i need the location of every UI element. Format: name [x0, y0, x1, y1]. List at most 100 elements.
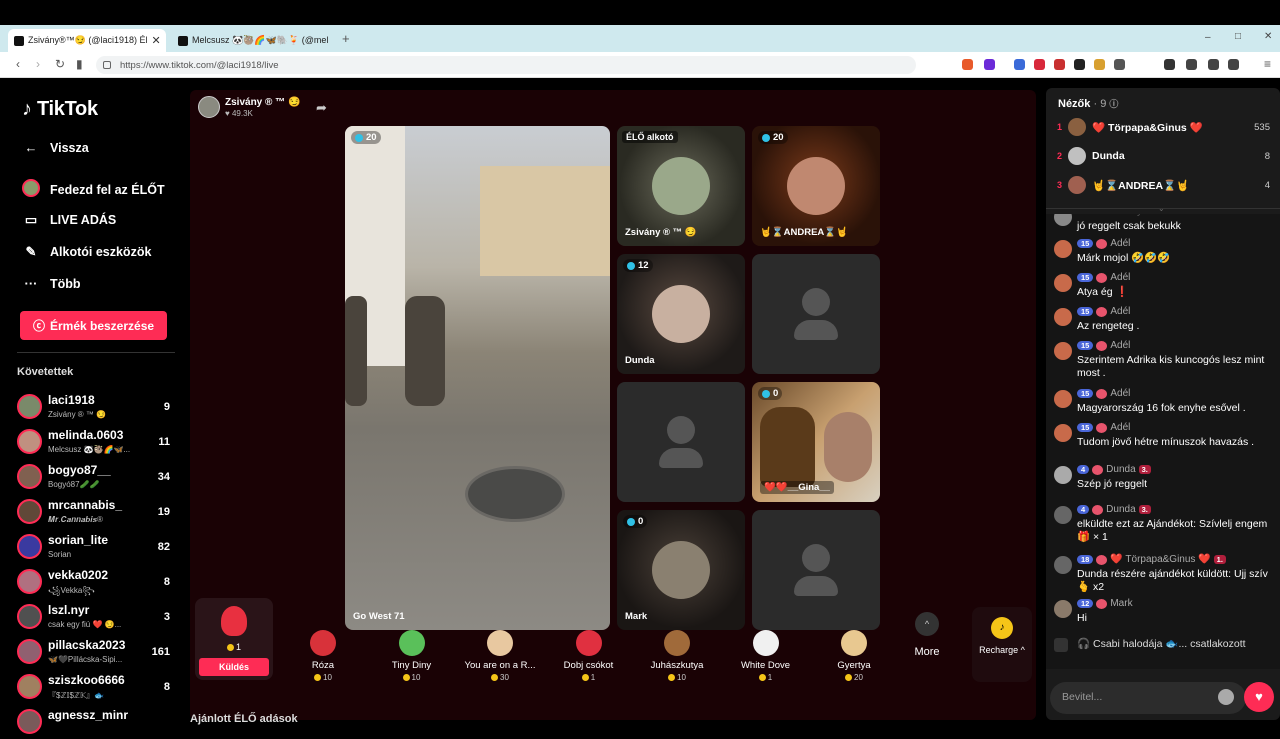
- chat-message[interactable]: 🎧 Csabi halodája 🐟... csatlakozott: [1052, 638, 1272, 669]
- host-avatar[interactable]: [198, 96, 220, 118]
- empty-seat-tile[interactable]: [752, 510, 880, 630]
- nav-creator-tools[interactable]: ✎ Alkotói eszközök: [22, 244, 152, 260]
- site-info-icon[interactable]: [103, 61, 111, 69]
- chat-username[interactable]: Tekovari Kiraly: [1077, 214, 1142, 217]
- selected-gift[interactable]: 1 Küldés: [195, 598, 273, 680]
- chat-username[interactable]: Adél: [1110, 272, 1130, 283]
- guest-tile-mark[interactable]: 0 Mark: [617, 510, 745, 630]
- media-icon[interactable]: [1164, 59, 1175, 70]
- emoji-icon[interactable]: [1218, 689, 1234, 705]
- more-gifts-button[interactable]: ^ More: [907, 612, 947, 700]
- browser-tab[interactable]: Melcsusz 🐼🦥🌈🦋🐘🍹 (@mel: [172, 29, 330, 52]
- close-tab-icon[interactable]: ✕: [152, 34, 161, 47]
- extension-icon[interactable]: [1034, 59, 1045, 70]
- chat-message[interactable]: 12 Mark Hi: [1052, 598, 1272, 638]
- menu-icon[interactable]: ≡: [1264, 57, 1271, 71]
- brave-shield-icon[interactable]: [962, 59, 973, 70]
- empty-seat-tile[interactable]: [752, 254, 880, 374]
- chat-avatar[interactable]: [1054, 274, 1072, 292]
- browser-tab-active[interactable]: Zsivány®™😏 (@laci1918) Él ✕: [8, 29, 166, 52]
- hls-extension-icon[interactable]: [1054, 59, 1065, 70]
- guest-tile-dunda[interactable]: 12 Dunda: [617, 254, 745, 374]
- following-item[interactable]: vekka0202 ꧁Vekka꧂ 8: [17, 565, 177, 599]
- gift-item[interactable]: Juhászkutya 10: [637, 620, 717, 700]
- close-window-button[interactable]: ✕: [1264, 31, 1272, 42]
- gift-item[interactable]: Tiny Diny 10: [372, 620, 452, 700]
- chat-input[interactable]: Bevitel...: [1050, 682, 1246, 714]
- chat-username[interactable]: Dunda: [1106, 464, 1135, 475]
- chat-avatar[interactable]: [1054, 390, 1072, 408]
- viewer-row[interactable]: 3 🤘⌛ANDREA⌛🤘 4: [1046, 174, 1280, 198]
- forward-icon[interactable]: ›: [36, 57, 40, 71]
- following-item[interactable]: sziszkoo6666 『$ℤ𝕀$ℤ𝕂』🐟 8: [17, 670, 177, 704]
- chat-username[interactable]: ❤️ Törpapa&Ginus ❤️: [1110, 554, 1210, 565]
- chat-username[interactable]: Adél: [1110, 388, 1130, 399]
- send-gift-button[interactable]: Küldés: [199, 658, 269, 676]
- viewer-row[interactable]: 2 Dunda 8: [1046, 145, 1280, 169]
- chat-username[interactable]: Adél: [1110, 238, 1130, 249]
- new-tab-button[interactable]: +: [342, 31, 350, 46]
- back-icon[interactable]: ‹: [16, 57, 20, 71]
- following-item[interactable]: lszl.nyr csak egy fiú ❤️ 😏... 3: [17, 600, 177, 634]
- reload-icon[interactable]: ↻: [55, 57, 65, 71]
- chat-avatar[interactable]: [1054, 600, 1072, 618]
- chat-username[interactable]: Adél: [1110, 306, 1130, 317]
- following-item[interactable]: sorian_lite Sorian 82: [17, 530, 177, 564]
- following-item[interactable]: melinda.0603 Melcsusz 🐼🦥🌈🦋... 11: [17, 425, 177, 459]
- like-button[interactable]: ♥: [1244, 682, 1274, 712]
- chat-username[interactable]: Dunda: [1106, 504, 1135, 515]
- info-icon[interactable]: ⓘ: [1109, 99, 1118, 109]
- empty-seat-tile[interactable]: [617, 382, 745, 502]
- chevron-down-icon[interactable]: ⌄: [1158, 204, 1165, 213]
- chat-avatar[interactable]: [1054, 342, 1072, 360]
- translate-extension-icon[interactable]: [1014, 59, 1025, 70]
- following-item[interactable]: laci1918 Zsivány ® ™ 😏 9: [17, 390, 177, 424]
- chat-avatar[interactable]: [1054, 506, 1072, 524]
- chat-message[interactable]: 4 Dunda 3. elküldte ezt az Ajándékot: Szívl…: [1052, 504, 1272, 544]
- puzzle-icon[interactable]: [1114, 59, 1125, 70]
- bookmark-icon[interactable]: ▮: [76, 57, 83, 71]
- chat-avatar[interactable]: [1054, 556, 1072, 574]
- chat-username[interactable]: Adél: [1110, 340, 1130, 351]
- rewards-icon[interactable]: [984, 59, 995, 70]
- url-bar[interactable]: https://www.tiktok.com/@laci1918/live: [96, 56, 916, 74]
- nav-live[interactable]: ▭ LIVE ADÁS: [22, 212, 116, 228]
- chat-avatar[interactable]: [1054, 240, 1072, 258]
- following-item[interactable]: pillacska2023 🦋🖤Pillácska-Sipi... 161: [17, 635, 177, 669]
- chat-avatar[interactable]: [1054, 424, 1072, 442]
- viewer-row[interactable]: 1 ❤️ Törpapa&Ginus ❤️ 535: [1046, 116, 1280, 140]
- following-item[interactable]: mrcannabis_ 𝑴𝒓.𝑪𝒂𝒏𝒏𝒂𝒃𝒊𝒔® 19: [17, 495, 177, 529]
- following-item[interactable]: bogyo87__ Bogyó87🥒🥒 34: [17, 460, 177, 494]
- following-item[interactable]: agnessz_minr: [17, 705, 177, 739]
- chat-avatar[interactable]: [1054, 214, 1072, 226]
- creator-tile[interactable]: ÉLŐ alkotó Zsivány ® ™ 😏: [617, 126, 745, 246]
- extension-icon[interactable]: [1094, 59, 1105, 70]
- tiktok-logo[interactable]: ♪ TikTok: [22, 98, 98, 121]
- maximize-button[interactable]: □: [1235, 31, 1241, 42]
- chat-message[interactable]: 15 Adél Tudom jövő hétre mínuszok havazás …: [1052, 422, 1272, 462]
- chat-message[interactable]: 4 Dunda 3. Szép jó reggelt: [1052, 464, 1272, 504]
- minimize-button[interactable]: –: [1205, 32, 1211, 43]
- chat-username[interactable]: Adél: [1110, 422, 1130, 433]
- gift-item[interactable]: You are on a R... 30: [460, 620, 540, 700]
- get-coins-button[interactable]: ⓒ Érmék beszerzése: [20, 311, 167, 340]
- gift-item[interactable]: Dobj csókot 1: [549, 620, 629, 700]
- chat-message[interactable]: 15 Adél Szerintem Adrika kis kuncogós lesz…: [1052, 340, 1272, 380]
- gift-item[interactable]: Gyertya 20: [814, 620, 894, 700]
- chat-username[interactable]: Mark: [1110, 598, 1132, 609]
- chat-message[interactable]: 18 ❤️ Törpapa&Ginus ❤️ 1. Dunda részére ajá…: [1052, 554, 1272, 594]
- main-video-tile[interactable]: 20 Go West 71: [345, 126, 610, 630]
- wallet-icon[interactable]: [1208, 59, 1219, 70]
- chat-avatar[interactable]: [1054, 308, 1072, 326]
- share-icon[interactable]: ➦: [316, 100, 327, 116]
- guest-tile-gina[interactable]: 0 ❤️❤️__Gina__: [752, 382, 880, 502]
- chat-avatar[interactable]: [1054, 466, 1072, 484]
- sidebar-icon[interactable]: [1186, 59, 1197, 70]
- guest-tile-andrea[interactable]: 20 🤘⌛ANDREA⌛🤘: [752, 126, 880, 246]
- nav-back[interactable]: ← Vissza: [22, 140, 89, 155]
- nav-explore-live[interactable]: Fedezd fel az ÉLŐT: [22, 179, 165, 200]
- gift-item[interactable]: Róza 10: [283, 620, 363, 700]
- recharge-button[interactable]: ♪ Recharge ^: [972, 607, 1032, 682]
- extension-icon[interactable]: [1074, 59, 1085, 70]
- gift-item[interactable]: White Dove 1: [726, 620, 806, 700]
